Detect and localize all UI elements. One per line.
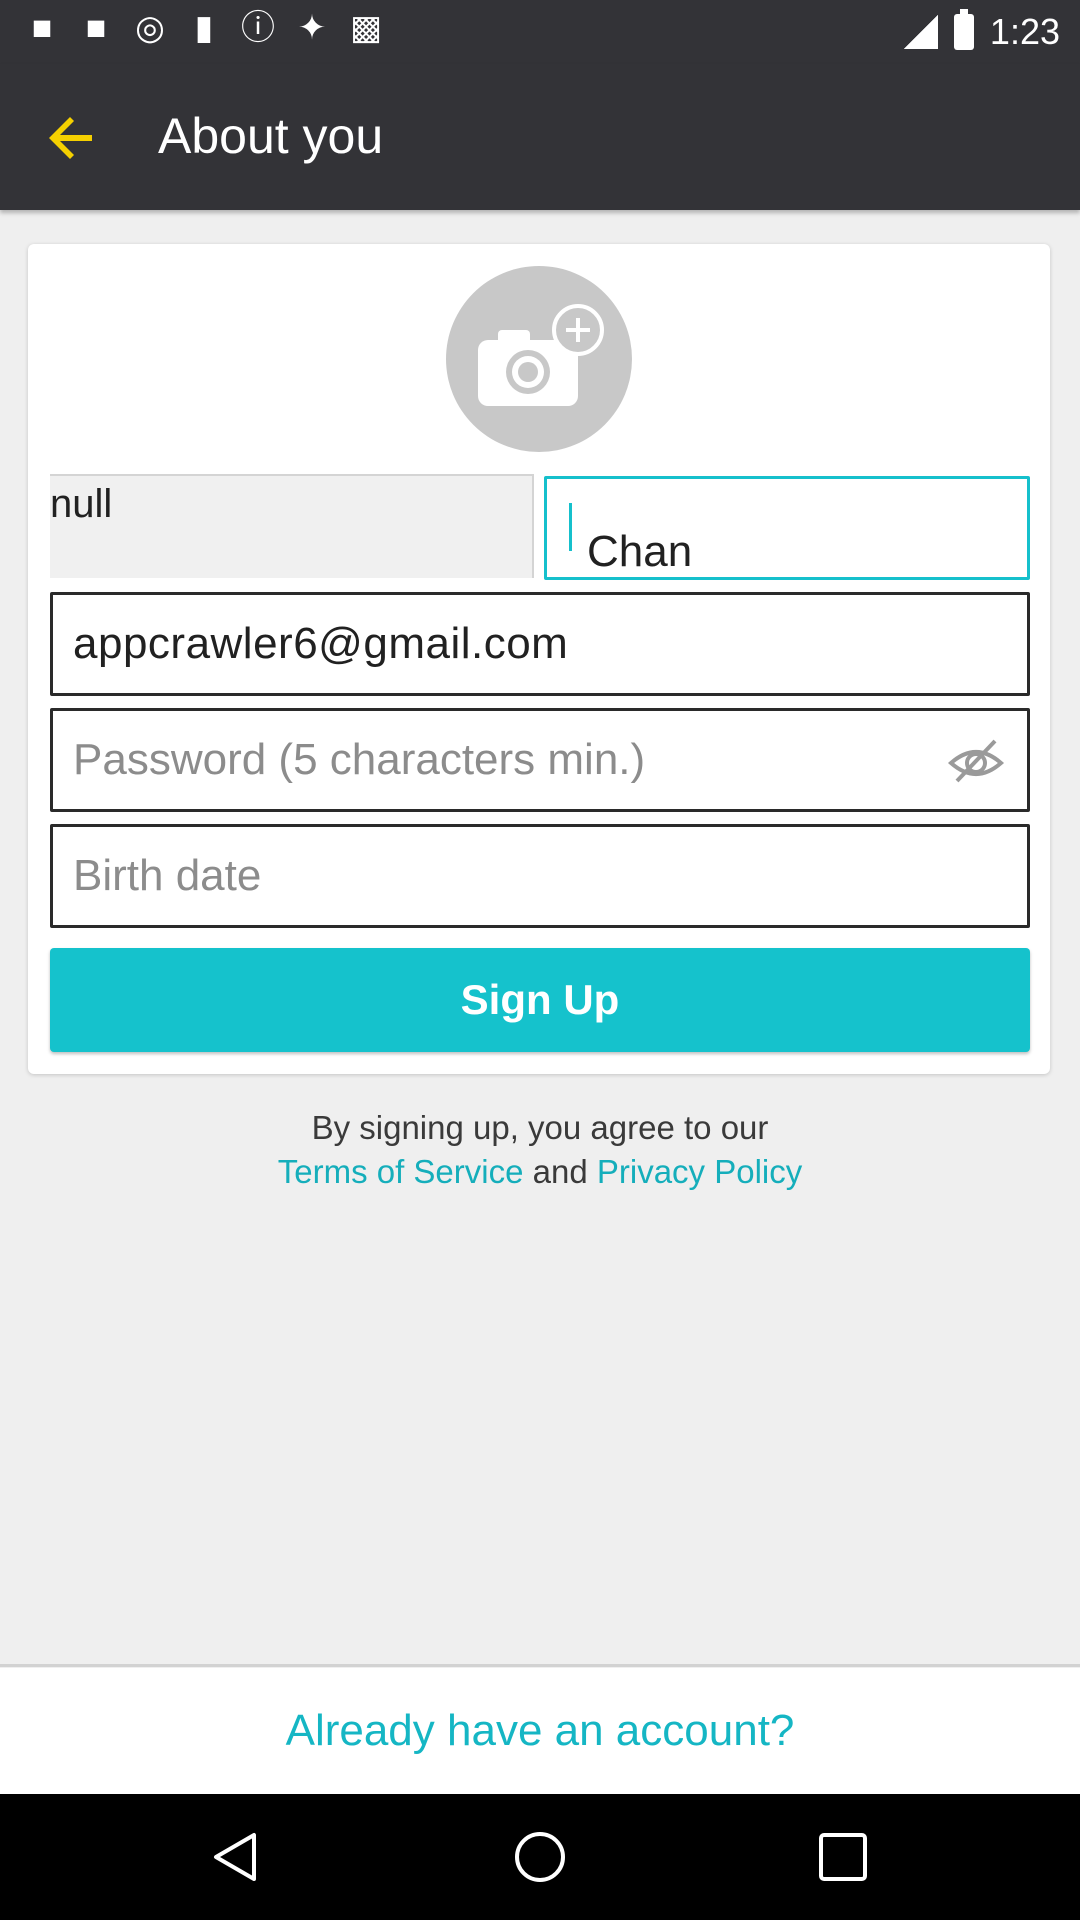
birth-date-field[interactable]: Birth date [50, 824, 1030, 928]
page-title: About you [158, 108, 384, 164]
nav-back-icon [214, 1833, 256, 1881]
system-nav-bar [0, 1794, 1080, 1920]
add-photo-button[interactable] [446, 266, 632, 452]
birth-date-placeholder: Birth date [73, 851, 262, 900]
first-name-field[interactable]: null [50, 474, 534, 578]
lock-icon: ▮ [194, 9, 214, 47]
footer-divider [0, 1664, 1080, 1667]
terms-of-service-link[interactable]: Terms of Service [278, 1153, 524, 1190]
app-bar: About you [0, 64, 1080, 210]
flipboard-icon: ■ [31, 9, 53, 47]
toggle-password-button[interactable] [947, 735, 1005, 787]
back-button[interactable] [40, 106, 104, 170]
last-name-value: Chan [567, 503, 692, 576]
terms-text: By signing up, you agree to our Terms of… [0, 1106, 1080, 1194]
status-right: 1:23 [903, 9, 1060, 54]
first-name-value: null [50, 482, 113, 526]
android-icon: ▩ [349, 9, 383, 47]
email-field[interactable]: appcrawler6@gmail.com [50, 592, 1030, 696]
privacy-policy-link[interactable]: Privacy Policy [597, 1153, 802, 1190]
status-time: 1:23 [989, 11, 1060, 52]
text-cursor [569, 503, 572, 551]
last-name-field[interactable]: Chan [544, 476, 1030, 580]
nav-home-button[interactable] [512, 1829, 568, 1885]
arrow-back-icon [49, 117, 92, 159]
nav-home-icon [515, 1832, 565, 1882]
nav-recent-icon [819, 1833, 867, 1881]
nav-back-button[interactable] [208, 1829, 264, 1885]
info-icon: ⓘ [241, 9, 275, 47]
email-value: appcrawler6@gmail.com [73, 619, 569, 668]
sign-up-button[interactable]: Sign Up [50, 948, 1030, 1052]
flipboard-icon: ■ [85, 9, 107, 47]
signup-card: null Chan appcrawler6@gmail.com Password… [28, 244, 1050, 1074]
eye-off-icon [947, 739, 1005, 783]
gps-fake-icon: ✦ [297, 9, 327, 47]
password-placeholder: Password (5 characters min.) [73, 735, 646, 784]
terms-line2: Terms of Service and Privacy Policy [0, 1150, 1080, 1194]
vpn-globe-icon: ◎ [135, 9, 165, 47]
terms-line1: By signing up, you agree to our [311, 1109, 769, 1146]
password-field[interactable]: Password (5 characters min.) [50, 708, 1030, 812]
already-have-account-link[interactable]: Already have an account? [0, 1668, 1080, 1794]
terms-and-text: and [532, 1153, 588, 1190]
status-bar: ■ ■ ◎ ▮ ⓘ ✦ ▩ 1:23 [0, 0, 1080, 64]
signal-icon [903, 15, 938, 49]
camera-add-icon [478, 304, 604, 406]
battery-icon [953, 9, 974, 50]
nav-recent-button[interactable] [815, 1829, 871, 1885]
status-icons: ■ ■ ◎ ▮ ⓘ ✦ ▩ [24, 10, 384, 46]
